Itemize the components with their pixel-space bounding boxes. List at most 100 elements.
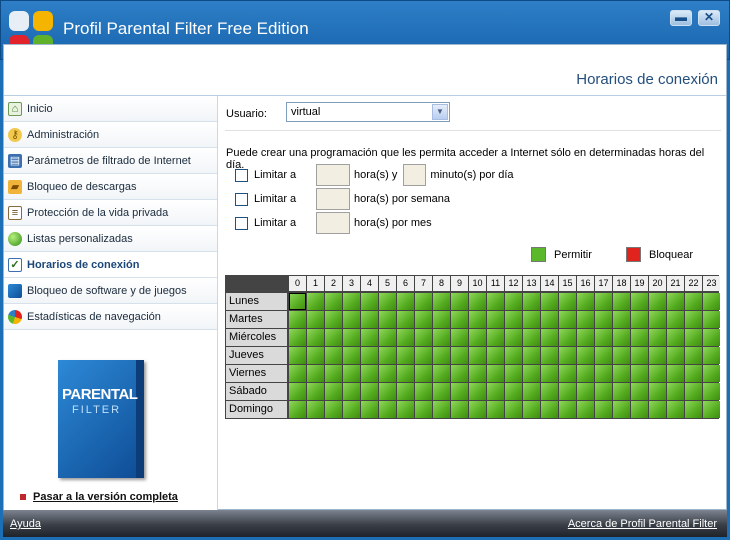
schedule-slot[interactable] [523,311,540,328]
schedule-slot[interactable] [559,383,576,400]
minutes-per-day-input[interactable] [403,164,427,186]
sidebar-item-filtrado[interactable]: ▤ Parámetros de filtrado de Internet [4,148,217,174]
schedule-slot[interactable] [397,311,414,328]
sidebar-item-software[interactable]: Bloqueo de software y de juegos [4,278,217,304]
schedule-slot[interactable] [307,401,324,418]
hour-header[interactable]: 11 [487,276,504,291]
hours-per-month-input[interactable] [316,212,350,234]
schedule-slot[interactable] [469,329,486,346]
schedule-slot[interactable] [343,347,360,364]
schedule-slot[interactable] [649,329,666,346]
schedule-slot[interactable] [703,311,720,328]
schedule-slot[interactable] [685,365,702,382]
schedule-slot[interactable] [379,329,396,346]
schedule-slot[interactable] [397,401,414,418]
schedule-slot[interactable] [541,401,558,418]
schedule-slot[interactable] [469,383,486,400]
hour-header[interactable]: 18 [613,276,630,291]
hour-header[interactable]: 0 [289,276,306,291]
schedule-slot[interactable] [667,365,684,382]
hour-header[interactable]: 19 [631,276,648,291]
sidebar-item-privacidad[interactable]: ≡ Protección de la vida privada [4,200,217,226]
schedule-slot[interactable] [559,293,576,310]
schedule-slot[interactable] [325,347,342,364]
schedule-slot[interactable] [523,383,540,400]
schedule-slot[interactable] [415,383,432,400]
schedule-slot[interactable] [487,365,504,382]
schedule-slot[interactable] [685,293,702,310]
schedule-slot[interactable] [649,311,666,328]
schedule-slot[interactable] [541,365,558,382]
sidebar-item-inicio[interactable]: ⌂ Inicio [4,96,217,122]
schedule-slot[interactable] [703,293,720,310]
schedule-slot[interactable] [631,347,648,364]
schedule-slot[interactable] [469,401,486,418]
schedule-slot[interactable] [523,401,540,418]
schedule-slot[interactable] [577,365,594,382]
schedule-slot[interactable] [667,383,684,400]
schedule-slot[interactable] [397,365,414,382]
hours-per-week-input[interactable] [316,188,350,210]
block-swatch[interactable] [626,247,641,262]
hour-header[interactable]: 16 [577,276,594,291]
day-label[interactable]: Martes [226,311,287,328]
schedule-slot[interactable] [541,293,558,310]
sidebar-item-estadisticas[interactable]: Estadísticas de navegación [4,304,217,330]
day-label[interactable]: Jueves [226,347,287,364]
schedule-slot[interactable] [307,365,324,382]
schedule-slot[interactable] [343,401,360,418]
schedule-slot[interactable] [379,347,396,364]
schedule-slot[interactable] [595,365,612,382]
schedule-slot[interactable] [523,293,540,310]
schedule-slot[interactable] [415,293,432,310]
schedule-slot[interactable] [433,383,450,400]
hour-header[interactable]: 5 [379,276,396,291]
schedule-slot[interactable] [325,383,342,400]
schedule-slot[interactable] [343,311,360,328]
schedule-slot[interactable] [577,383,594,400]
schedule-slot[interactable] [451,329,468,346]
schedule-slot[interactable] [685,383,702,400]
schedule-slot[interactable] [289,329,306,346]
schedule-slot[interactable] [451,347,468,364]
schedule-slot[interactable] [451,311,468,328]
schedule-slot[interactable] [559,401,576,418]
schedule-slot[interactable] [541,311,558,328]
schedule-slot[interactable] [289,365,306,382]
schedule-slot[interactable] [613,365,630,382]
sidebar-item-descargas[interactable]: ▰ Bloqueo de descargas [4,174,217,200]
schedule-slot[interactable] [307,347,324,364]
schedule-slot[interactable] [451,401,468,418]
hour-header[interactable]: 15 [559,276,576,291]
schedule-grid[interactable]: 0 1 2 3 4 5 6 7 8 9 10 11 12 13 14 15 16 17 18 19 20 21 22 23 Lu… [225,275,720,419]
day-label[interactable]: Lunes [226,293,287,310]
schedule-slot[interactable] [325,329,342,346]
schedule-slot[interactable] [487,311,504,328]
schedule-slot[interactable] [469,311,486,328]
legend-allow[interactable]: Permitir [531,247,592,262]
help-link[interactable]: Ayuda [10,518,41,530]
schedule-slot[interactable] [289,383,306,400]
hour-header[interactable]: 7 [415,276,432,291]
sidebar-item-horarios[interactable]: ✓ Horarios de conexión [4,252,217,278]
schedule-slot[interactable] [487,293,504,310]
hour-header[interactable]: 1 [307,276,324,291]
schedule-slot[interactable] [361,311,378,328]
schedule-slot[interactable] [703,383,720,400]
schedule-slot[interactable] [469,293,486,310]
allow-swatch[interactable] [531,247,546,262]
schedule-slot[interactable] [433,311,450,328]
schedule-slot[interactable] [307,293,324,310]
hour-header[interactable]: 9 [451,276,468,291]
schedule-slot[interactable] [469,365,486,382]
schedule-slot[interactable] [613,311,630,328]
schedule-slot[interactable] [451,383,468,400]
schedule-slot[interactable] [343,329,360,346]
schedule-slot[interactable] [703,347,720,364]
schedule-slot[interactable] [289,293,306,310]
schedule-slot[interactable] [541,383,558,400]
hour-header[interactable]: 2 [325,276,342,291]
schedule-slot[interactable] [379,401,396,418]
schedule-slot[interactable] [433,293,450,310]
schedule-slot[interactable] [523,365,540,382]
